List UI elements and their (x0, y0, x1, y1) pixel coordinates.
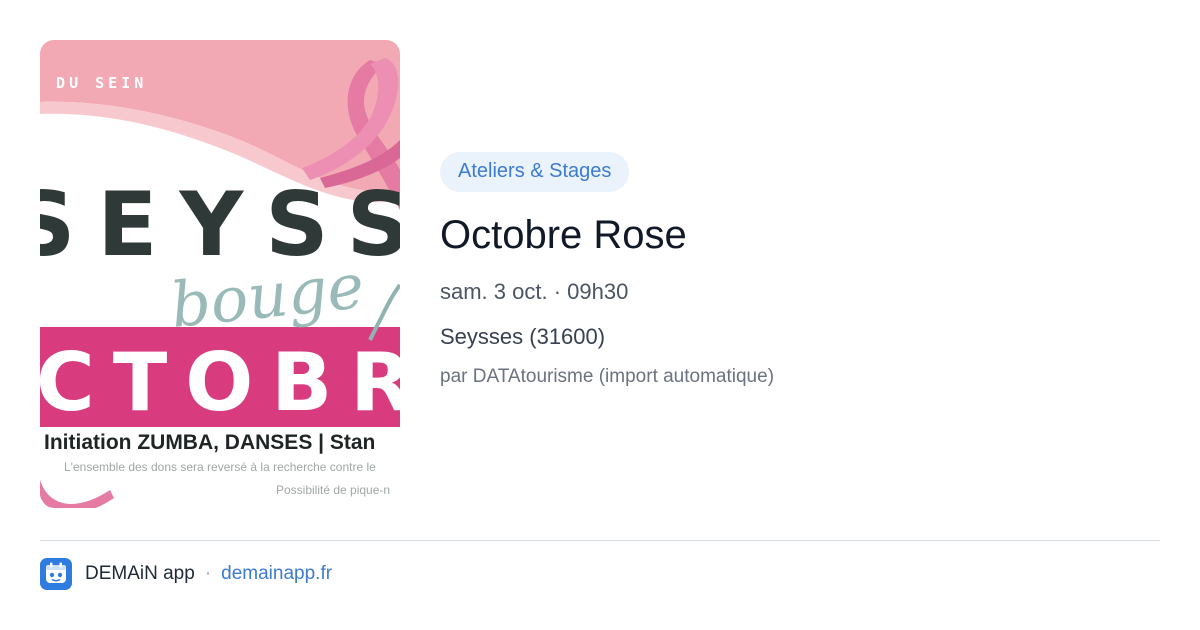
poster-line-3: Possibilité de pique-n (276, 483, 390, 497)
event-title: Octobre Rose (440, 213, 687, 257)
event-datetime: sam. 3 oct. · 09h30 (440, 279, 629, 304)
footer-divider (40, 540, 1160, 541)
poster-top-text: R DU SEIN (40, 74, 147, 92)
footer: DEMAiN app · demainapp.fr (40, 558, 332, 590)
app-logo-icon (40, 558, 72, 590)
event-info: Ateliers & Stages Octobre Rose sam. 3 oc… (440, 152, 1160, 389)
event-source: par DATAtourisme (import automatique) (440, 366, 775, 387)
event-location: Seysses (31600) (440, 324, 606, 349)
app-domain-link[interactable]: demainapp.fr (221, 563, 332, 585)
poster-line-1: Initiation ZUMBA, DANSES | Stan (44, 431, 375, 454)
poster-line-2: L'ensemble des dons sera reversé à la re… (64, 460, 376, 474)
app-name: DEMAiN app (85, 563, 195, 584)
event-share-card: R DU SEIN SEYSSES CTOBRE R bouge Initiat… (0, 0, 1200, 630)
footer-separator: · (204, 563, 212, 584)
category-chip[interactable]: Ateliers & Stages (440, 152, 630, 192)
event-poster-image: R DU SEIN SEYSSES CTOBRE R bouge Initiat… (40, 40, 400, 508)
poster-month-text: CTOBRE R (40, 336, 400, 429)
